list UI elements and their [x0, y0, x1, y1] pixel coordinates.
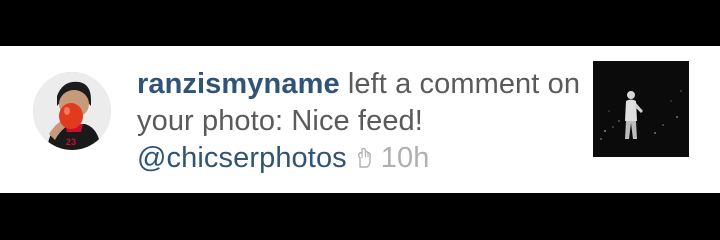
timestamp: 10h: [380, 142, 430, 174]
notification-text: ranzismyname left a comment on your phot…: [137, 66, 587, 177]
notification-row[interactable]: 23 ranzismyname left a comment on your p…: [0, 46, 720, 193]
thumbnail-image: [593, 61, 689, 157]
user-avatar[interactable]: 23: [33, 72, 111, 150]
mention-link[interactable]: @chicserphotos: [137, 142, 347, 174]
clock-hand-icon: [353, 147, 375, 169]
screenshot-frame: 23 ranzismyname left a comment on your p…: [0, 0, 720, 240]
avatar-image: 23: [33, 72, 111, 150]
username-link[interactable]: ranzismyname: [137, 68, 340, 100]
svg-text:23: 23: [66, 137, 76, 147]
photo-thumbnail[interactable]: [593, 61, 689, 157]
